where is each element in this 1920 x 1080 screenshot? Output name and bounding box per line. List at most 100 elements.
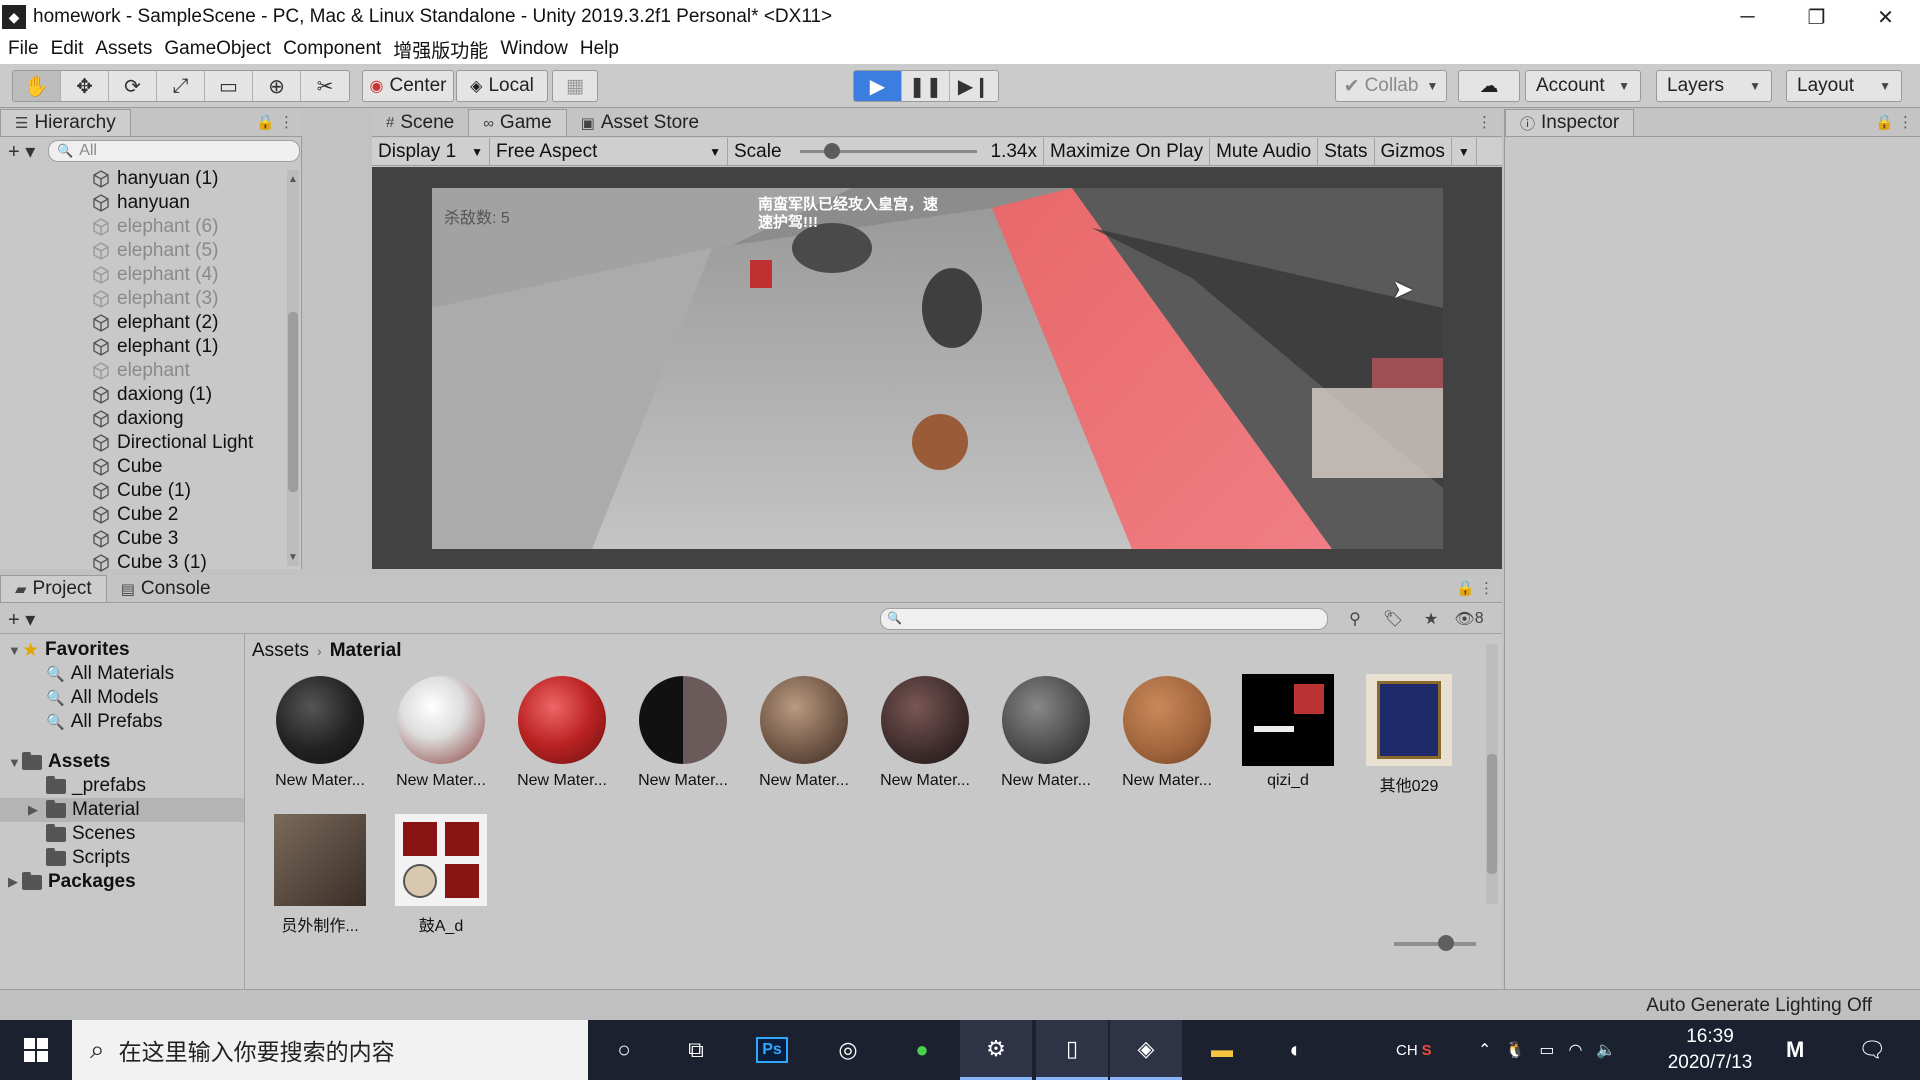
tree-packages[interactable]: ▶ Packages: [8, 870, 136, 894]
asset-item[interactable]: New Mater...: [1117, 674, 1217, 790]
asset-item[interactable]: qizi_d: [1238, 674, 1338, 790]
hierarchy-item[interactable]: elephant (2): [91, 311, 218, 335]
hierarchy-item[interactable]: Cube (1): [91, 479, 191, 503]
minimize-button[interactable]: ─: [1713, 0, 1782, 34]
step-button[interactable]: ▶❙: [950, 71, 998, 101]
asset-item[interactable]: New Mater...: [633, 674, 733, 790]
scale-slider-knob[interactable]: [823, 143, 840, 159]
tree-favorite-item[interactable]: 🔍 All Prefabs: [46, 710, 163, 734]
chevron-up-icon[interactable]: ⌃: [1478, 1040, 1491, 1060]
close-button[interactable]: ✕: [1851, 0, 1920, 34]
hierarchy-item[interactable]: elephant (3): [91, 287, 218, 311]
menu-gameobject[interactable]: GameObject: [164, 38, 271, 60]
tree-favorites[interactable]: ▼ ★ Favorites: [8, 638, 130, 662]
asset-item[interactable]: 员外制作...: [270, 814, 370, 936]
menu-window[interactable]: Window: [500, 38, 568, 60]
panel-menu-icon[interactable]: ⋮: [1477, 113, 1492, 131]
gizmos-toggle[interactable]: Gizmos: [1375, 138, 1451, 166]
pivot-center-button[interactable]: ◉ Center: [362, 70, 454, 102]
phone-app-icon[interactable]: ▯: [1036, 1020, 1108, 1080]
pause-button[interactable]: ❚❚: [902, 71, 950, 101]
rotate-tool-icon[interactable]: ⟳: [109, 71, 157, 101]
account-dropdown[interactable]: Account ▼: [1525, 70, 1641, 102]
restore-button[interactable]: ❐: [1782, 0, 1851, 34]
tab-inspector[interactable]: ⓘ Inspector: [1505, 109, 1635, 136]
tree-folder-prefabs[interactable]: _prefabs: [46, 774, 146, 798]
game-render[interactable]: 杀敌数: 5 南蛮军队已经攻入皇宫，速速护驾!!! ➤: [432, 188, 1443, 549]
game-viewport[interactable]: 杀敌数: 5 南蛮军队已经攻入皇宫，速速护驾!!! ➤: [372, 167, 1502, 569]
scale-slider[interactable]: [799, 143, 977, 159]
filter-by-label-icon[interactable]: 🏷: [1374, 606, 1412, 632]
hierarchy-item[interactable]: hanyuan (1): [91, 167, 218, 191]
volume-icon[interactable]: 🔈: [1596, 1040, 1616, 1060]
scroll-thumb[interactable]: [288, 312, 298, 492]
grid-snap-button[interactable]: ▦: [552, 70, 598, 102]
tab-asset-store[interactable]: ▣ Asset Store: [567, 109, 713, 136]
lighting-status[interactable]: Auto Generate Lighting Off: [1646, 995, 1872, 1017]
hierarchy-item[interactable]: elephant (6): [91, 215, 218, 239]
menu-assets[interactable]: Assets: [95, 38, 152, 60]
taskbar-clock[interactable]: 16:39 2020/7/13: [1648, 1024, 1772, 1076]
hidden-packages-toggle[interactable]: 👁 8: [1450, 606, 1488, 632]
hierarchy-item[interactable]: Cube: [91, 455, 162, 479]
hierarchy-search-input[interactable]: 🔍 All: [48, 140, 300, 162]
wifi-icon[interactable]: ◠: [1568, 1040, 1582, 1060]
hierarchy-item[interactable]: Cube 2: [91, 503, 178, 527]
hierarchy-item[interactable]: Cube 3 (1): [91, 551, 207, 575]
move-tool-icon[interactable]: ✥: [61, 71, 109, 101]
breadcrumb-assets[interactable]: Assets: [252, 640, 309, 662]
scroll-thumb[interactable]: [1487, 754, 1497, 874]
tab-hierarchy[interactable]: ☰ Hierarchy: [0, 109, 131, 136]
hierarchy-item[interactable]: daxiong: [91, 407, 184, 431]
asset-item[interactable]: 鼓A_d: [391, 814, 491, 936]
panel-lock-icon[interactable]: 🔒 ⋮: [1875, 113, 1913, 131]
scroll-up-icon[interactable]: ▲: [288, 174, 298, 186]
rect-tool-icon[interactable]: ▭: [205, 71, 253, 101]
display-dropdown[interactable]: Display 1 ▼: [372, 137, 490, 166]
tab-game[interactable]: ∞ Game: [468, 109, 567, 136]
unity-taskbar-icon[interactable]: ◈: [1110, 1020, 1182, 1080]
favorite-star-icon[interactable]: ★: [1412, 606, 1450, 632]
create-asset-dropdown[interactable]: + ▾: [8, 607, 35, 632]
asset-item[interactable]: New Mater...: [391, 674, 491, 790]
menu-file[interactable]: File: [8, 38, 39, 60]
input-method-icon[interactable]: M: [1786, 1020, 1804, 1080]
hierarchy-item[interactable]: elephant (1): [91, 335, 218, 359]
hand-tool-icon[interactable]: ✋: [13, 71, 61, 101]
stats-toggle[interactable]: Stats: [1318, 137, 1375, 166]
hierarchy-scrollbar[interactable]: ▲ ▼: [287, 170, 299, 566]
start-button[interactable]: [0, 1020, 72, 1080]
hierarchy-item[interactable]: elephant: [91, 359, 190, 383]
thumbnail-size-slider[interactable]: [1394, 935, 1476, 951]
pivot-local-button[interactable]: ◈ Local: [456, 70, 548, 102]
panel-lock-icon[interactable]: 🔒 ⋮: [256, 113, 294, 131]
menu-help[interactable]: Help: [580, 38, 619, 60]
scroll-down-icon[interactable]: ▼: [288, 552, 298, 564]
tree-assets[interactable]: ▼ Assets: [8, 750, 110, 774]
project-search-input[interactable]: 🔍: [880, 608, 1328, 630]
hierarchy-item[interactable]: elephant (5): [91, 239, 218, 263]
gizmos-dropdown-icon[interactable]: ▼: [1450, 137, 1477, 166]
qq-icon[interactable]: 🐧: [1505, 1040, 1525, 1060]
file-explorer-icon[interactable]: ▬: [1186, 1020, 1258, 1080]
custom-tool-icon[interactable]: ✂: [301, 71, 349, 101]
tab-project[interactable]: ▰ Project: [0, 575, 107, 602]
create-dropdown[interactable]: + ▾: [8, 139, 44, 164]
menu-edit[interactable]: Edit: [51, 38, 84, 60]
hierarchy-item[interactable]: daxiong (1): [91, 383, 212, 407]
photoshop-icon[interactable]: Ps: [736, 1020, 808, 1080]
scale-tool-icon[interactable]: ⤢: [157, 71, 205, 101]
layout-dropdown[interactable]: Layout ▼: [1786, 70, 1902, 102]
mute-audio-toggle[interactable]: Mute Audio: [1210, 137, 1319, 166]
menu-enhanced[interactable]: 增强版功能: [393, 36, 488, 63]
asset-item[interactable]: New Mater...: [875, 674, 975, 790]
play-button[interactable]: ▶: [854, 71, 902, 101]
transform-tool-icon[interactable]: ⊕: [253, 71, 301, 101]
task-view-icon[interactable]: ⧉: [660, 1020, 732, 1080]
breadcrumb-material[interactable]: Material: [330, 640, 402, 662]
cloud-button[interactable]: ☁: [1458, 70, 1520, 102]
taskbar-search-input[interactable]: ⌕ 在这里输入你要搜索的内容: [72, 1020, 588, 1080]
asset-item[interactable]: New Mater...: [512, 674, 612, 790]
tab-console[interactable]: ▤ Console: [107, 575, 225, 602]
hierarchy-item[interactable]: elephant (4): [91, 263, 218, 287]
